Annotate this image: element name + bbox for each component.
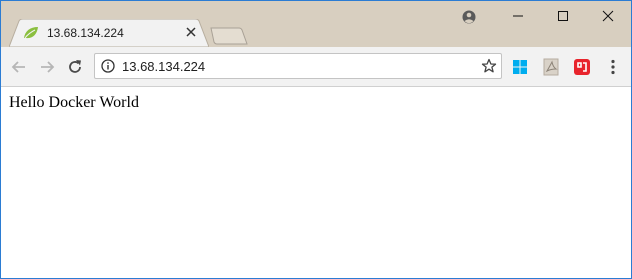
maximize-icon: [558, 11, 568, 21]
page-viewport: Hello Docker World: [1, 87, 631, 278]
forward-arrow-icon: [41, 61, 55, 73]
back-button[interactable]: [7, 55, 31, 79]
windows-extension-button[interactable]: [511, 58, 529, 76]
maximize-button[interactable]: [540, 1, 586, 31]
title-bar: 13.68.134.224: [1, 1, 631, 47]
new-tab-button[interactable]: [209, 27, 249, 45]
tab-title: 13.68.134.224: [47, 26, 124, 40]
address-bar[interactable]: 13.68.134.224: [94, 53, 502, 79]
windows-icon: [513, 60, 527, 74]
pdf-icon: [543, 58, 559, 76]
browser-menu-button[interactable]: [605, 57, 621, 77]
pdf-extension-button[interactable]: [542, 58, 560, 76]
minimize-icon: [513, 15, 523, 17]
active-tab[interactable]: 13.68.134.224: [9, 19, 209, 47]
url-text[interactable]: 13.68.134.224: [122, 59, 205, 74]
browser-window: 13.68.134.224 13.68.134.224 Hello Docker…: [0, 0, 632, 279]
reload-icon: [69, 60, 81, 73]
red-extension-button[interactable]: [573, 58, 591, 76]
more-vert-icon: [611, 59, 615, 75]
forward-button[interactable]: [35, 55, 59, 79]
info-icon[interactable]: [101, 59, 115, 73]
star-icon[interactable]: [481, 58, 497, 74]
red-extension-icon: [574, 59, 590, 75]
close-window-icon: [602, 10, 614, 22]
back-arrow-icon: [11, 61, 25, 73]
close-window-button[interactable]: [585, 1, 631, 31]
spring-leaf-icon: [24, 27, 38, 39]
minimize-button[interactable]: [495, 1, 541, 31]
profile-icon[interactable]: [459, 7, 479, 27]
close-icon[interactable]: [185, 26, 197, 38]
page-body-text: Hello Docker World: [9, 94, 139, 111]
browser-toolbar: 13.68.134.224: [1, 47, 631, 87]
reload-button[interactable]: [63, 55, 87, 79]
